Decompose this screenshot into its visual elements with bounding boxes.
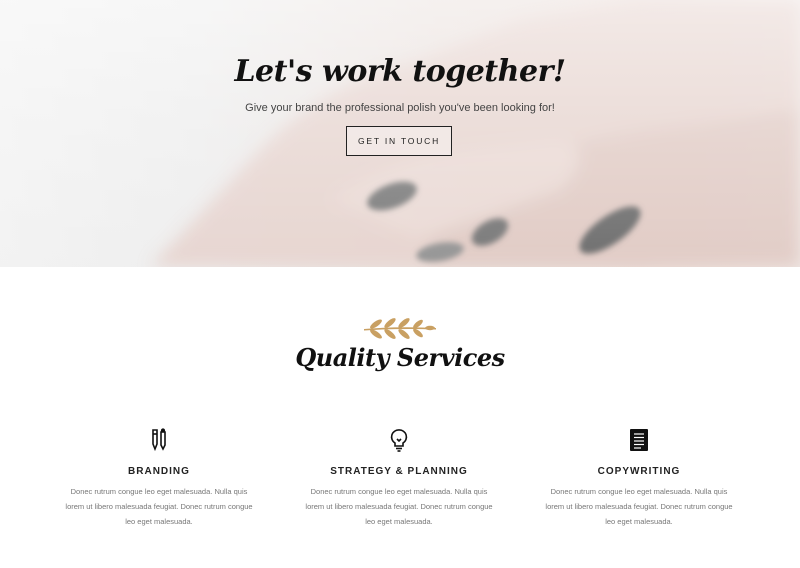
service-description: Donec rutrum congue leo eget malesuada. …: [305, 487, 493, 526]
service-title: BRANDING: [128, 466, 190, 477]
service-title: COPYWRITING: [597, 466, 681, 477]
service-branding: BRANDING Donec rutrum congue leo eget ma…: [54, 426, 264, 529]
pen-pencil-icon: [54, 426, 264, 454]
service-copywriting: COPYWRITING Donec rutrum congue leo eget…: [534, 426, 744, 529]
hero-banner: Let's work together! Give your brand the…: [0, 0, 800, 267]
service-title: STRATEGY & PLANNING: [330, 466, 468, 477]
hero-title: Let's work together!: [234, 54, 566, 89]
get-in-touch-button[interactable]: GET IN TOUCH: [346, 126, 452, 156]
section-title: Quality Services: [295, 343, 505, 372]
service-description: Donec rutrum congue leo eget malesuada. …: [545, 487, 733, 526]
hero-subtitle: Give your brand the professional polish …: [245, 102, 555, 114]
service-strategy-planning: STRATEGY & PLANNING Donec rutrum congue …: [294, 426, 504, 529]
document-icon: [534, 426, 744, 454]
lightbulb-icon: [294, 426, 504, 454]
service-description: Donec rutrum congue leo eget malesuada. …: [65, 487, 253, 526]
laurel-branch-icon: [364, 318, 436, 339]
